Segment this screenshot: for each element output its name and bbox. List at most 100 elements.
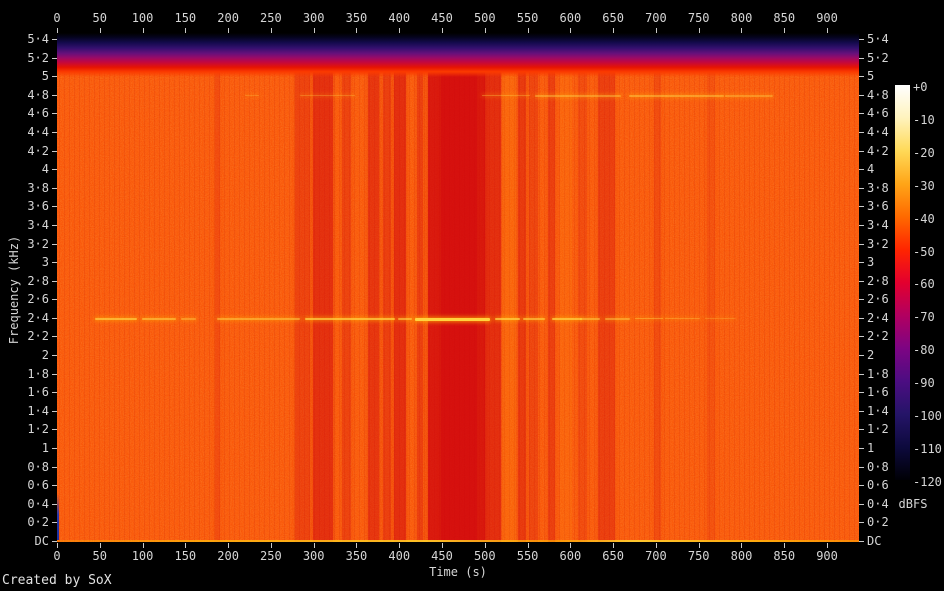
tick-mark — [52, 188, 57, 189]
tick-mark — [52, 95, 57, 96]
tick-mark — [699, 28, 700, 33]
tick-mark — [859, 299, 864, 300]
tick-mark — [859, 262, 864, 263]
time-tick-label: 450 — [431, 549, 453, 563]
tick-mark — [859, 411, 864, 412]
tick-mark — [859, 448, 864, 449]
freq-tick-label: 5 — [0, 70, 52, 83]
tick-mark — [52, 411, 57, 412]
time-tick-label: 700 — [645, 11, 667, 25]
tick-mark — [52, 244, 57, 245]
quiet-band — [529, 33, 538, 542]
tick-mark — [859, 336, 864, 337]
time-tick-label: 800 — [731, 549, 753, 563]
colorbar-tick-label: -50 — [913, 246, 944, 259]
time-tick-label: 500 — [474, 11, 496, 25]
tick-mark — [485, 28, 486, 33]
quiet-band — [342, 33, 351, 542]
time-tick-label: 850 — [773, 11, 795, 25]
tick-mark — [859, 151, 864, 152]
quiet-band — [578, 33, 587, 542]
tick-mark — [859, 374, 864, 375]
colorbar-tick-label: -20 — [913, 147, 944, 160]
quiet-band — [518, 33, 526, 542]
tick-mark — [442, 28, 443, 33]
freq-tick-label: 3·4 — [0, 219, 52, 232]
tick-mark — [656, 28, 657, 33]
time-tick-label: 750 — [688, 549, 710, 563]
tick-mark — [399, 543, 400, 548]
time-tick-label: 0 — [53, 549, 60, 563]
time-tick-label: 600 — [560, 549, 582, 563]
tick-mark — [859, 281, 864, 282]
freq-tick-label: 3·6 — [0, 200, 52, 213]
tone-4k8-segment — [535, 95, 621, 97]
freq-tick-label: 2 — [0, 349, 52, 362]
tick-mark — [656, 543, 657, 548]
colorbar-tick-label: -120 — [913, 476, 944, 489]
quiet-band — [368, 33, 379, 542]
colorbar-tick-label: +0 — [913, 81, 944, 94]
colorbar-tick-label: -90 — [913, 377, 944, 390]
tick-mark — [859, 76, 864, 77]
tick-mark — [185, 28, 186, 33]
time-tick-label: 100 — [132, 11, 154, 25]
time-tick-label: 0 — [53, 11, 60, 25]
time-tick-label: 250 — [260, 549, 282, 563]
quiet-band — [598, 33, 615, 542]
tick-mark — [271, 543, 272, 548]
tone-2k4-segment — [217, 318, 300, 320]
tick-mark — [52, 113, 57, 114]
frequency-axis-title: Frequency (kHz) — [7, 236, 21, 344]
tick-mark — [859, 169, 864, 170]
tick-mark — [100, 28, 101, 33]
quiet-band — [654, 33, 661, 542]
tick-mark — [784, 543, 785, 548]
quiet-band — [215, 33, 220, 542]
tick-mark — [52, 76, 57, 77]
tone-2k4-segment — [495, 318, 520, 320]
tick-mark — [52, 169, 57, 170]
tick-mark — [859, 467, 864, 468]
freq-tick-label: 5·2 — [0, 52, 52, 65]
colorbar-tick-label: -100 — [913, 410, 944, 423]
tick-mark — [613, 28, 614, 33]
time-tick-label: 900 — [816, 549, 838, 563]
tick-mark — [52, 467, 57, 468]
tick-mark — [314, 28, 315, 33]
tone-2k4-segment — [181, 318, 196, 320]
time-tick-label: 350 — [346, 549, 368, 563]
tick-mark — [52, 318, 57, 319]
tone-4k8-segment — [245, 95, 259, 96]
tick-mark — [314, 543, 315, 548]
tick-mark — [570, 28, 571, 33]
time-tick-label: 300 — [303, 549, 325, 563]
quiet-band — [394, 33, 406, 542]
tone-4k8-segment — [629, 95, 724, 97]
time-tick-label: 100 — [132, 549, 154, 563]
tick-mark — [52, 448, 57, 449]
colorbar-tick-label: -10 — [913, 114, 944, 127]
freq-tick-label: 1·8 — [0, 368, 52, 381]
tone-2k4-segment — [665, 318, 700, 319]
colorbar-unit-label: dBFS — [891, 497, 935, 511]
tick-mark — [52, 206, 57, 207]
tone-2k4-segment — [398, 318, 412, 320]
tick-mark — [52, 58, 57, 59]
colorbar-tick-label: -40 — [913, 213, 944, 226]
tick-mark — [399, 28, 400, 33]
warm-band — [502, 33, 516, 542]
freq-tick-label: 5·4 — [0, 33, 52, 46]
tick-mark — [859, 522, 864, 523]
tick-mark — [52, 281, 57, 282]
time-tick-label: 750 — [688, 11, 710, 25]
time-axis-title: Time (s) — [429, 565, 487, 579]
freq-tick-label: 0·2 — [0, 516, 52, 529]
nyquist-rolloff-band — [57, 33, 859, 77]
tick-mark — [485, 543, 486, 548]
tick-mark — [52, 374, 57, 375]
tick-mark — [859, 429, 864, 430]
colorbar-tick-label: -30 — [913, 180, 944, 193]
freq-tick-label: 0·6 — [0, 479, 52, 492]
time-tick-label: 500 — [474, 549, 496, 563]
